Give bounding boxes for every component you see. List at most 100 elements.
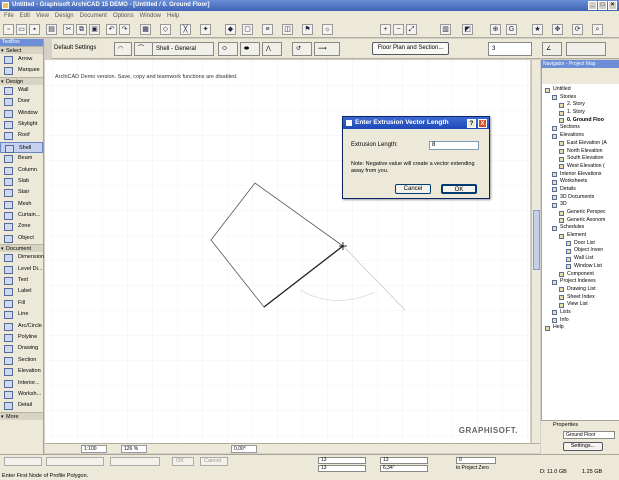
tool-curtain-wall[interactable]: Curtain... — [0, 210, 43, 221]
height-input[interactable]: 3 — [488, 42, 532, 56]
pitch-selector[interactable] — [566, 42, 606, 56]
navigator-tree-item[interactable]: Interior Elevations — [542, 171, 619, 179]
teamwork-icon[interactable]: ⚑ — [302, 24, 313, 35]
tool-column[interactable]: Column — [0, 165, 43, 176]
dialog-close-button[interactable]: X — [478, 119, 487, 128]
coord-a-field[interactable]: 13 — [318, 457, 366, 464]
navigator-tree-item[interactable]: East Elevation (A — [542, 140, 619, 148]
half-selector[interactable] — [110, 457, 160, 466]
angle-field[interactable]: 0,00° — [231, 445, 257, 453]
scale-field[interactable]: 1:100 — [81, 445, 107, 453]
orbit-icon[interactable]: ⟳ — [572, 24, 583, 35]
tool-elevation[interactable]: Elevation — [0, 366, 43, 377]
menu-view[interactable]: View — [36, 11, 49, 21]
zoom-field[interactable]: 126 % — [121, 445, 147, 453]
guide-icon[interactable]: ╳ — [180, 24, 191, 35]
tool-object[interactable]: Object — [0, 233, 43, 244]
tool-marquee[interactable]: Marquee — [0, 65, 43, 76]
vertical-scrollbar[interactable] — [531, 60, 540, 443]
navigator-tree-item[interactable]: View List — [542, 301, 619, 309]
minimize-button[interactable]: _ — [588, 1, 597, 10]
navigator-tree-item[interactable]: Untitled — [542, 86, 619, 94]
navigator-tree-item[interactable]: North Elevation — [542, 148, 619, 156]
navigator-tree-item[interactable]: Window List — [542, 263, 619, 271]
copy-icon[interactable]: ⧉ — [76, 24, 87, 35]
angle-icon[interactable]: ∠ — [542, 42, 562, 56]
toolbox-document-section[interactable]: Document — [0, 244, 43, 253]
tool-level-dimension[interactable]: Level Di... — [0, 264, 43, 275]
navigator-tree-item[interactable]: Schedules — [542, 224, 619, 232]
coord-d-field[interactable]: 6,34" — [380, 465, 428, 472]
floor-plan-section-button[interactable]: Floor Plan and Section... — [372, 42, 449, 55]
navigator-tree-item[interactable]: Drawing List — [542, 286, 619, 294]
navigator-tree-item[interactable]: Element — [542, 232, 619, 240]
zoom-out-icon[interactable]: − — [393, 24, 404, 35]
tool-text[interactable]: Text — [0, 275, 43, 286]
navigator-tree-item[interactable]: Help — [542, 324, 619, 332]
navigator-tree-item[interactable]: Elevations — [542, 132, 619, 140]
magic-wand-icon[interactable]: ✦ — [200, 24, 211, 35]
status-ok-button[interactable]: OK — [172, 457, 194, 466]
layers-icon[interactable]: ≡ — [262, 24, 273, 35]
tool-arrow[interactable]: Arrow — [0, 54, 43, 65]
navigator-tree-item[interactable]: Component — [542, 271, 619, 279]
tool-fill[interactable]: Fill — [0, 298, 43, 309]
navigator-tree-item[interactable]: South Elevation — [542, 155, 619, 163]
navigator-tree-item[interactable]: Worksheets — [542, 178, 619, 186]
3d-view-icon[interactable]: ◆ — [225, 24, 236, 35]
menu-document[interactable]: Document — [80, 11, 107, 21]
tool-section[interactable]: Section — [0, 355, 43, 366]
zoom-icon[interactable]: ⌕ — [592, 24, 603, 35]
tool-door[interactable]: Door — [0, 96, 43, 107]
coord-c-field[interactable]: 13 — [380, 457, 428, 464]
tool-stair[interactable]: Stair — [0, 187, 43, 198]
navigator-tree-item[interactable]: Generic Axonom — [542, 217, 619, 225]
paste-icon[interactable]: ▣ — [89, 24, 100, 35]
navigator-tree-item[interactable]: Lists — [542, 309, 619, 317]
tool-shell[interactable]: Shell — [0, 141, 43, 154]
status-cancel-button[interactable]: Cancel — [200, 457, 228, 466]
story-field[interactable]: Ground Floor — [563, 431, 615, 439]
tool-wall[interactable]: Wall — [0, 85, 43, 96]
maximize-button[interactable]: □ — [598, 1, 607, 10]
pet-palette-icon[interactable]: ▥ — [440, 24, 451, 35]
navigator-tree-item[interactable]: 2. Story — [542, 101, 619, 109]
tool-zone[interactable]: Zone — [0, 221, 43, 232]
tool-line[interactable]: Line — [0, 309, 43, 320]
toolbox-design-section[interactable]: Design — [0, 76, 43, 86]
navigator-tree-item[interactable]: Door List — [542, 240, 619, 248]
favorites-icon[interactable]: ★ — [532, 24, 543, 35]
cut-icon[interactable]: ✂ — [63, 24, 74, 35]
tool-detail[interactable]: Detail — [0, 400, 43, 411]
tool-window[interactable]: Window — [0, 108, 43, 119]
snap-icon[interactable]: ◇ — [160, 24, 171, 35]
menu-window[interactable]: Window — [140, 11, 161, 21]
extrude-icon[interactable]: ⬭ — [218, 42, 238, 56]
settings-button[interactable]: Settings... — [563, 442, 603, 451]
toolbox-select-section[interactable]: Select — [0, 46, 43, 55]
navigator-tree-item[interactable]: 0. Ground Floo — [542, 117, 619, 125]
navigator-tree-item[interactable]: Generic Perspec — [542, 209, 619, 217]
tool-slab[interactable]: Slab — [0, 176, 43, 187]
dialog-help-button[interactable]: ? — [467, 119, 476, 128]
tool-dimension[interactable]: Dimension — [0, 252, 44, 263]
reverse-icon[interactable]: ↺ — [292, 42, 312, 56]
pan-icon[interactable]: ✥ — [552, 24, 563, 35]
snap-mode-selector[interactable] — [4, 457, 42, 466]
revolve-icon[interactable]: ⬬ — [240, 42, 260, 56]
navigator-tree-item[interactable]: West Elevation ( — [542, 163, 619, 171]
tool-roof[interactable]: Roof — [0, 130, 43, 141]
navigator-tree-item[interactable]: Stories — [542, 94, 619, 102]
redo-icon[interactable]: ↷ — [119, 24, 130, 35]
tool-polyline[interactable]: Polyline — [0, 332, 43, 343]
grid-icon[interactable]: ▦ — [140, 24, 151, 35]
scrollbar-thumb[interactable] — [533, 210, 540, 270]
layer-selector[interactable]: Shell - General — [152, 42, 214, 56]
navigator-tree-item[interactable]: 1. Story — [542, 109, 619, 117]
tool-arc-circle[interactable]: Arc/Circle — [0, 321, 43, 332]
close-button[interactable]: × — [608, 1, 617, 10]
navigator-tree-item[interactable]: Wall List — [542, 255, 619, 263]
mark-icon[interactable]: ⊕ — [490, 24, 501, 35]
menu-file[interactable]: File — [4, 11, 14, 21]
tool-interior-elevation[interactable]: Interior... — [0, 378, 43, 389]
